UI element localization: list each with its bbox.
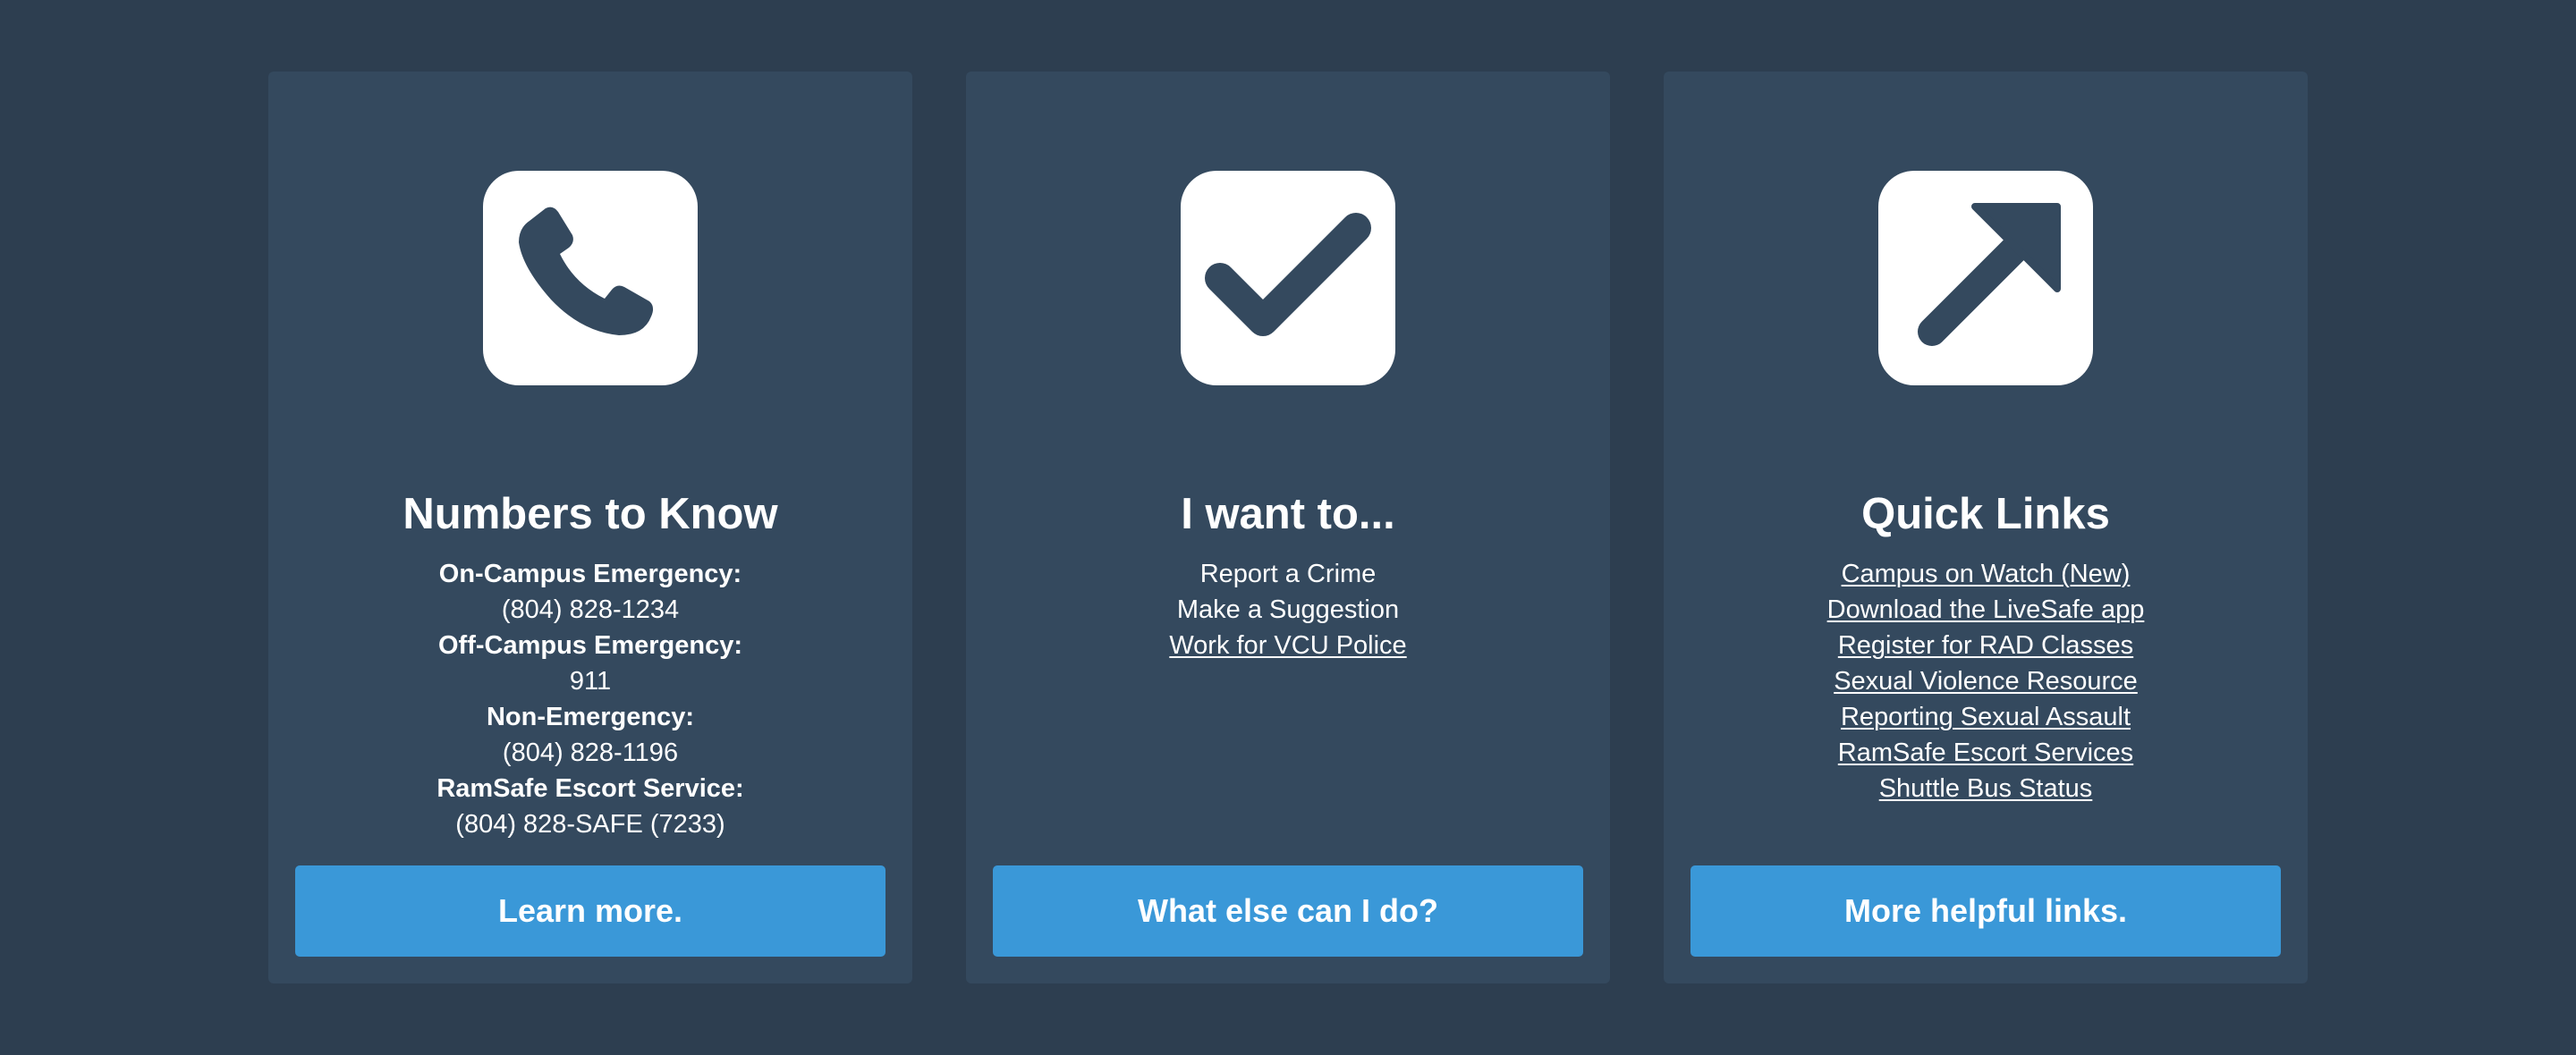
actions-list: Report a Crime Make a Suggestion Work fo…: [966, 556, 1610, 663]
ramsafe-escort-label: RamSafe Escort Service:: [436, 774, 744, 803]
livesafe-app-link[interactable]: Download the LiveSafe app: [1827, 595, 2145, 624]
non-emergency-label: Non-Emergency:: [486, 703, 695, 731]
checkmark-icon: [1181, 171, 1395, 385]
card-title: Quick Links: [1861, 490, 2110, 538]
ramsafe-escort-services-link[interactable]: RamSafe Escort Services: [1838, 738, 2133, 767]
quick-links-list: Campus on Watch (New) Download the LiveS…: [1664, 556, 2308, 806]
quick-links-card: Quick Links Campus on Watch (New) Downlo…: [1664, 72, 2308, 983]
numbers-list: On-Campus Emergency: (804) 828-1234 Off-…: [268, 556, 912, 842]
card-title: I want to...: [1181, 490, 1395, 538]
phone-icon: [483, 171, 698, 385]
campus-on-watch-link[interactable]: Campus on Watch (New): [1842, 560, 2131, 588]
on-campus-emergency-number: (804) 828-1234: [501, 595, 680, 624]
make-suggestion-item: Make a Suggestion: [1176, 595, 1400, 624]
sexual-violence-resource-link[interactable]: Sexual Violence Resource: [1834, 667, 2138, 696]
learn-more-button[interactable]: Learn more.: [295, 865, 886, 957]
card-title: Numbers to Know: [402, 490, 778, 538]
what-else-button[interactable]: What else can I do?: [993, 865, 1583, 957]
off-campus-emergency-label: Off-Campus Emergency:: [437, 631, 742, 660]
ramsafe-escort-number: (804) 828-SAFE (7233): [455, 810, 725, 839]
work-for-vcu-police-link[interactable]: Work for VCU Police: [1169, 631, 1406, 660]
on-campus-emergency-label: On-Campus Emergency:: [438, 560, 742, 588]
numbers-to-know-card: Numbers to Know On-Campus Emergency: (80…: [268, 72, 912, 983]
more-helpful-links-button[interactable]: More helpful links.: [1690, 865, 2281, 957]
off-campus-emergency-number: 911: [569, 667, 612, 696]
report-crime-item: Report a Crime: [1199, 560, 1377, 588]
non-emergency-number: (804) 828-1196: [502, 738, 679, 767]
shuttle-bus-status-link[interactable]: Shuttle Bus Status: [1879, 774, 2093, 803]
external-link-arrow-icon: [1878, 171, 2093, 385]
info-cards-row: Numbers to Know On-Campus Emergency: (80…: [268, 72, 2309, 983]
reporting-sexual-assault-link[interactable]: Reporting Sexual Assault: [1841, 703, 2131, 731]
i-want-to-card: I want to... Report a Crime Make a Sugge…: [966, 72, 1610, 983]
rad-classes-link[interactable]: Register for RAD Classes: [1838, 631, 2133, 660]
